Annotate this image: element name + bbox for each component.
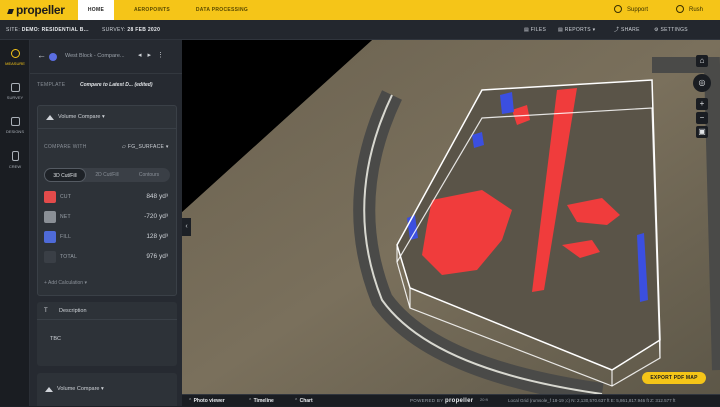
phone-icon bbox=[11, 151, 19, 161]
zoom-out-button[interactable]: − bbox=[696, 112, 708, 124]
cube-icon bbox=[10, 117, 20, 126]
net-swatch bbox=[44, 211, 56, 223]
more-icon[interactable]: ⋮ bbox=[157, 52, 170, 59]
description-body[interactable]: TBC bbox=[44, 330, 170, 358]
tab-data-processing[interactable]: DATA PROCESSING bbox=[190, 0, 254, 20]
chevron-up-icon-2: ⌃ bbox=[248, 398, 253, 404]
site-survey-bar: SITE: DEMO: RESIDENTIAL B... SURVEY: 28 … bbox=[0, 20, 720, 40]
total-value: 976 yd³ bbox=[146, 253, 168, 260]
layers-icon bbox=[10, 83, 20, 92]
logo-mark-icon bbox=[7, 9, 14, 14]
cut-label: CUT bbox=[60, 194, 72, 200]
rail-survey[interactable]: SURVEY bbox=[0, 78, 30, 108]
cut-swatch bbox=[44, 191, 56, 203]
volume-compare-header[interactable]: Volume Compare ▾ bbox=[38, 106, 176, 129]
settings-button[interactable]: ⚙ SETTINGS bbox=[654, 20, 688, 40]
files-button[interactable]: ▤ FILES bbox=[524, 20, 546, 40]
text-icon: T bbox=[44, 308, 48, 314]
tab-3d-cutfill[interactable]: 3D Cut/Fill bbox=[44, 168, 86, 182]
timeline-button[interactable]: ⌃ Timeline bbox=[248, 395, 274, 407]
tab-home[interactable]: HOME bbox=[78, 0, 114, 20]
panel-header: ← West Block - Compare... ◂▸⋮ bbox=[30, 40, 182, 74]
fill-value: 128 yd³ bbox=[146, 233, 168, 240]
description-header: T Description bbox=[37, 302, 177, 320]
tab-aeropoints[interactable]: AEROPOINTS bbox=[128, 0, 176, 20]
add-calculation-button[interactable]: + Add Calculation ▾ bbox=[44, 280, 87, 286]
fill-swatch bbox=[44, 231, 56, 243]
propeller-logo[interactable]: propeller bbox=[7, 3, 65, 17]
rail-crew[interactable]: CREW bbox=[0, 146, 30, 176]
net-label: NET bbox=[60, 214, 71, 220]
minus-icon: − bbox=[699, 113, 705, 122]
net-value: -720 yd³ bbox=[144, 213, 168, 220]
coordinate-readout: Local Grid (rumsole_f 18-19 ;c) N: 2,130… bbox=[508, 398, 676, 403]
prev-icon[interactable]: ◂ bbox=[138, 52, 148, 59]
home-view-button[interactable]: ⌂ bbox=[696, 55, 708, 67]
volume-compare-title-2[interactable]: Volume Compare ▾ bbox=[57, 386, 104, 392]
compare-with-label: COMPARE WITH bbox=[44, 144, 87, 150]
bottom-toolbar: ⌃ Photo viewer ⌃ Timeline ⌃ Chart POWERE… bbox=[182, 394, 720, 406]
compass-button[interactable]: ◎ bbox=[693, 74, 711, 92]
user-menu[interactable]: Rush bbox=[676, 0, 703, 20]
map-viewport[interactable]: ⌂ ◎ + − ▣ bbox=[182, 40, 720, 394]
template-label: TEMPLATE bbox=[37, 82, 66, 88]
volume-compare-card-2: Volume Compare ▾ bbox=[37, 373, 177, 406]
volume-compare-title: Volume Compare ▾ bbox=[58, 114, 105, 120]
tab-2d-cutfill[interactable]: 2D Cut/Fill bbox=[86, 168, 128, 182]
compass-icon: ◎ bbox=[698, 78, 706, 87]
next-icon[interactable]: ▸ bbox=[148, 52, 158, 59]
chevron-left-icon: ‹ bbox=[185, 223, 188, 230]
top-nav-bar: propeller HOME AEROPOINTS DATA PROCESSIN… bbox=[0, 0, 720, 20]
chart-button[interactable]: ⌃ Chart bbox=[294, 395, 313, 407]
template-selector[interactable]: Compare to Latest D... (edited) bbox=[80, 82, 153, 88]
image-icon: ▣ bbox=[698, 127, 706, 136]
rail-measure[interactable]: MEASURE bbox=[0, 44, 30, 74]
measure-panel: ← West Block - Compare... ◂▸⋮ TEMPLATE C… bbox=[30, 40, 182, 406]
chevron-up-icon-3: ⌃ bbox=[294, 398, 299, 404]
description-text: TBC bbox=[50, 336, 61, 342]
terrain-icon bbox=[46, 115, 54, 120]
measure-icon bbox=[10, 49, 20, 58]
scale-bar: 20 ft bbox=[480, 397, 488, 402]
home-icon: ⌂ bbox=[699, 56, 705, 65]
cut-value: 848 yd³ bbox=[146, 193, 168, 200]
zoom-in-button[interactable]: + bbox=[696, 98, 708, 110]
description-title: Description bbox=[59, 308, 87, 314]
photo-viewer-button[interactable]: ⌃ Photo viewer bbox=[188, 395, 225, 407]
total-swatch bbox=[44, 251, 56, 263]
tab-contours[interactable]: Contours bbox=[128, 168, 170, 182]
chevron-up-icon: ⌃ bbox=[188, 398, 193, 404]
terrain-icon-2 bbox=[45, 387, 53, 392]
survey-selector[interactable]: SURVEY: 28 FEB 2020 bbox=[102, 20, 160, 40]
fill-label: FILL bbox=[60, 234, 72, 240]
collapse-panel-button[interactable]: ‹ bbox=[182, 218, 191, 236]
user-icon bbox=[676, 5, 684, 14]
powered-by: POWERED BY propeller bbox=[410, 398, 474, 404]
volume-compare-card: Volume Compare ▾ COMPARE WITH ▱ FG_SURFA… bbox=[37, 105, 177, 296]
plus-icon: + bbox=[699, 99, 705, 108]
description-card: T Description TBC bbox=[37, 302, 177, 366]
site-selector[interactable]: SITE: DEMO: RESIDENTIAL B... bbox=[6, 20, 89, 40]
share-button[interactable]: ⤴ SHARE bbox=[614, 20, 640, 40]
fill-area-north bbox=[500, 92, 514, 114]
basemap-button[interactable]: ▣ bbox=[696, 126, 708, 138]
back-arrow-icon[interactable]: ← bbox=[37, 50, 46, 60]
site-3d-view bbox=[182, 40, 720, 394]
support-link[interactable]: Support bbox=[614, 0, 648, 20]
compare-with-selector[interactable]: ▱ FG_SURFACE ▾ bbox=[122, 144, 169, 150]
measurement-color-dot[interactable] bbox=[49, 53, 57, 61]
help-icon bbox=[614, 5, 622, 14]
tool-rail: MEASURE SURVEY DESIGNS CREW bbox=[0, 40, 30, 406]
cutfill-tabs: 3D Cut/Fill 2D Cut/Fill Contours bbox=[44, 168, 170, 182]
measurement-name[interactable]: West Block - Compare... bbox=[65, 53, 125, 59]
total-label: TOTAL bbox=[60, 254, 78, 260]
reports-button[interactable]: ▤ REPORTS ▾ bbox=[558, 20, 595, 40]
export-pdf-map-button[interactable]: EXPORT PDF MAP bbox=[642, 372, 706, 384]
panel-header-actions: ◂▸⋮ bbox=[138, 51, 170, 59]
rail-designs[interactable]: DESIGNS bbox=[0, 112, 30, 142]
